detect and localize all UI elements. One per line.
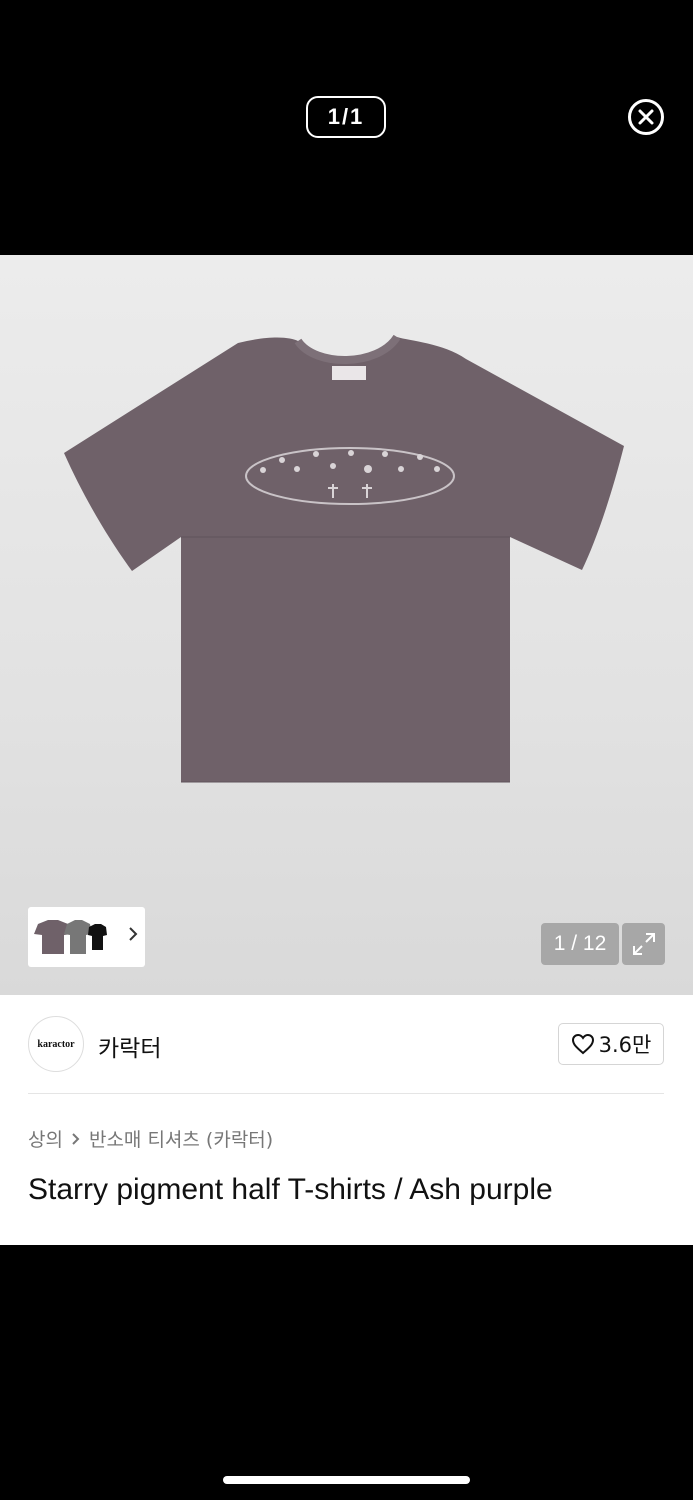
viewer-top-bar: 1/1 (0, 0, 693, 255)
chevron-right-icon[interactable] (127, 925, 139, 943)
breadcrumb-category[interactable]: 상의 (28, 1125, 63, 1152)
close-button[interactable] (628, 99, 664, 135)
product-image-gallery[interactable]: 1 / 12 (0, 255, 693, 995)
home-indicator[interactable] (223, 1476, 470, 1484)
product-info: karactor 카락터 3.6만 상의 반소매 티셔츠 (카락터) Starr… (0, 995, 693, 1245)
like-count: 3.6만 (598, 1033, 652, 1057)
bottom-black-area (0, 1245, 693, 1500)
product-title: Starry pigment half T-shirts / Ash purpl… (28, 1173, 553, 1206)
breadcrumb: 상의 반소매 티셔츠 (카락터) (28, 1125, 273, 1152)
product-image[interactable] (0, 255, 693, 995)
divider (28, 1093, 664, 1094)
thumbnail-strip[interactable] (28, 907, 145, 967)
expand-button[interactable] (622, 923, 665, 965)
brand-name[interactable]: 카락터 (98, 1029, 161, 1063)
image-counter: 1 / 12 (541, 923, 619, 965)
chevron-right-icon (72, 1132, 80, 1145)
page-indicator: 1/1 (306, 96, 386, 138)
breadcrumb-subcategory[interactable]: 반소매 티셔츠 (카락터) (89, 1125, 273, 1152)
thumbnail-black[interactable] (84, 912, 108, 962)
t-shirt-body (64, 337, 624, 782)
brand-logo[interactable]: karactor (28, 1016, 84, 1072)
close-icon (638, 109, 654, 125)
shirt-tag (332, 366, 366, 380)
like-button[interactable]: 3.6만 (558, 1023, 664, 1065)
expand-arrows-icon (632, 933, 655, 955)
heart-outline-icon (571, 1033, 594, 1055)
